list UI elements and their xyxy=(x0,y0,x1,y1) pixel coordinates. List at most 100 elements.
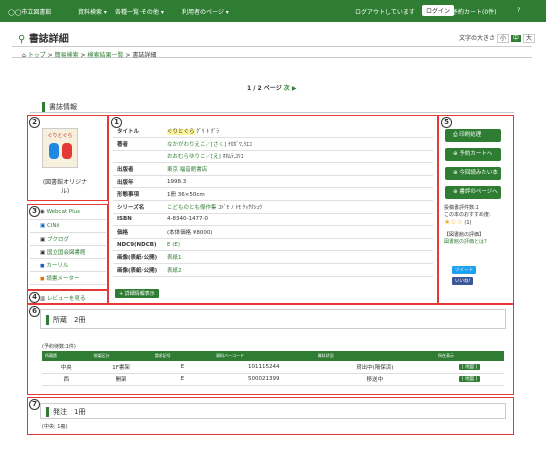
crumb-simple-search[interactable]: 簡易検索 xyxy=(55,52,79,59)
font-small-button[interactable]: 小 xyxy=(496,34,509,43)
marker-6: 6 xyxy=(29,306,40,317)
holdings-title: 所蔵 2冊 xyxy=(46,315,85,325)
bib-row: おおむらゆりこ／[え] ｵｵﾑﾗ,ﾕﾘｺ xyxy=(113,150,433,164)
menu-user[interactable]: 利用者のページ ▾ xyxy=(182,7,229,16)
cover-image-title: ぐりとぐら xyxy=(47,133,73,139)
reserve-count: (予約待数:1件) xyxy=(42,344,76,350)
login-button[interactable]: ログイン xyxy=(422,5,455,16)
top-nav: ◯◯市立図書館 資料検索 ▾ 各種一覧·その他 ▾ 利用者のページ ▾ ログアウ… xyxy=(0,0,546,22)
rating-block: 投稿書評件数:1 この本のおすすめ度: ★☆☆ (1) 【図書館の評価】 図書館… xyxy=(444,205,510,246)
bib-row: シリーズ名 こどものとも傑作集 ｺﾄﾞﾓ ﾉ ﾄﾓ ｹｯｻｸｼｭｳ xyxy=(113,200,433,214)
logout-status: ログアウトしています xyxy=(355,9,415,16)
ndc-link[interactable]: E (E) xyxy=(167,242,180,248)
cover-figure-red xyxy=(62,143,72,159)
search-icon: ⚲ xyxy=(18,34,29,45)
print-button[interactable]: ⎙ 印刷処理 xyxy=(445,129,501,142)
col-location: 所在表示 xyxy=(434,351,504,361)
map-button[interactable]: [ 地図 ] xyxy=(458,363,481,370)
publisher-link[interactable]: 東京 福音館書店 xyxy=(167,167,207,173)
help-icon[interactable]: ? xyxy=(517,7,520,14)
order-detail: (中央: 1冊) xyxy=(42,424,68,430)
home-icon: ⌂ xyxy=(22,52,26,59)
pagination: 1 / 2 ページ 次 ▶ xyxy=(247,83,297,92)
menu-lists[interactable]: 各種一覧·その他 ▾ xyxy=(115,7,164,16)
ndl-icon: ▣ xyxy=(40,249,47,256)
marker-5: 5 xyxy=(441,117,452,128)
bib-row: 出版者 東京 福音館書店 xyxy=(113,162,433,176)
library-eval-link[interactable]: 図書館の評価とは? xyxy=(444,239,510,246)
rating-stars: ★☆☆ xyxy=(444,218,463,226)
col-library: 所蔵館 xyxy=(42,351,91,361)
bib-row: 画像(表紙·公開) 表紙2 xyxy=(113,263,433,277)
order-title: 発注 1冊 xyxy=(46,407,85,417)
bib-table: タイトル ぐりとぐら ｸﾞﾘ ﾄ ｸﾞﾗ 著者 なかがわりえこ／[さく] ﾅｶｶﾞﾜ… xyxy=(113,125,433,277)
cover2-link[interactable]: 表紙2 xyxy=(167,268,182,274)
font-medium-button[interactable]: 中 xyxy=(510,35,521,42)
bib-row: 出版年 1998.3 xyxy=(113,175,433,189)
col-status: 資料状況 xyxy=(314,351,435,361)
title-value: ぐりとぐら xyxy=(167,129,195,136)
review-page-button[interactable]: ⊕ 書評のページへ xyxy=(445,186,501,199)
bib-row: 形態事項 1冊 36×50cm xyxy=(113,187,433,202)
menu-search[interactable]: 資料検索 ▾ xyxy=(78,7,107,16)
rating-number: (1) xyxy=(464,220,472,226)
crumb-current: 書誌詳細 xyxy=(132,52,157,59)
link-ndl[interactable]: 国立国会図書館 xyxy=(47,250,86,256)
booklog-icon: ▣ xyxy=(40,236,47,243)
cover1-link[interactable]: 表紙1 xyxy=(167,255,182,261)
table-row: 西 開架 E 500021399 移送中 [ 地図 ] xyxy=(42,373,504,386)
col-shelf: 排架区分 xyxy=(90,351,152,361)
page-title: ⚲ 書誌詳細 xyxy=(18,34,69,45)
section-divider xyxy=(30,112,514,113)
breadcrumb: ⌂ トップ > 簡易検索 > 検索結果一覧 > 書誌詳細 xyxy=(12,46,532,59)
external-links: ◉ Webcat Plus ▣ CiNii ▣ ブクログ ▣ 国立国会図書館 ◼… xyxy=(30,206,106,285)
crumb-results[interactable]: 検索結果一覧 xyxy=(87,52,123,59)
home-link[interactable]: ◯◯市立図書館 xyxy=(8,7,51,16)
holdings-table: 所蔵館 排架区分 請求記号 資料バーコード 資料状況 所在表示 中央 1F書架 … xyxy=(42,351,504,386)
font-size-control: 文字の大きさ 小 中 大 xyxy=(459,33,535,43)
review-link[interactable]: レビューを見る xyxy=(47,296,86,302)
bib-row: タイトル ぐりとぐら ｸﾞﾘ ﾄ ｸﾞﾗ xyxy=(113,125,433,139)
cover-caption: (図書館オリジナル) xyxy=(42,179,88,195)
bib-row: ISBN 4-8340-1477-0 xyxy=(113,213,433,227)
link-booklog[interactable]: ブクログ xyxy=(47,237,69,243)
series-link[interactable]: こどものとも傑作集 xyxy=(167,205,217,211)
like-button[interactable]: いいね! xyxy=(452,277,474,285)
link-webcat[interactable]: Webcat Plus xyxy=(47,209,81,215)
marker-2: 2 xyxy=(29,117,40,128)
next-page-link[interactable]: 次 ▶ xyxy=(284,85,297,92)
link-bookmeter[interactable]: 読書メーター xyxy=(46,276,79,282)
font-size-label: 文字の大きさ xyxy=(459,35,496,42)
cart-link[interactable]: 予約カート(0件) xyxy=(452,7,497,16)
link-calil[interactable]: カーリル xyxy=(46,263,68,269)
tweet-button[interactable]: ツイート xyxy=(452,266,476,274)
page-indicator: 1 / 2 ページ xyxy=(247,85,282,92)
author-link[interactable]: なかがわりえこ／[さく] xyxy=(167,142,226,148)
holdings-header: 所蔵 2冊 xyxy=(40,309,506,329)
chart-icon: ▥ xyxy=(40,296,47,302)
marker-7: 7 xyxy=(29,399,40,410)
cover-image: ぐりとぐら xyxy=(42,128,78,168)
col-call: 請求記号 xyxy=(151,351,213,361)
section-title: 書誌情報 xyxy=(42,102,77,112)
font-large-button[interactable]: 大 xyxy=(522,34,535,43)
rating-count: 投稿書評件数:1 xyxy=(444,205,479,211)
want-to-read-button[interactable]: ⊕ 今回読みたい本 xyxy=(445,167,501,180)
link-cinii[interactable]: CiNii xyxy=(47,223,60,229)
marker-4: 4 xyxy=(29,292,40,303)
col-barcode: 資料バーコード xyxy=(212,351,315,361)
cover-figure-gray xyxy=(49,143,59,159)
crumb-top[interactable]: トップ xyxy=(28,52,46,59)
table-row: 中央 1F書架 E 101115244 貸出中(隔保済) [ 地図 ] xyxy=(42,361,504,374)
bib-row: 画像(表紙·公開) 表紙1 xyxy=(113,250,433,265)
library-eval-title: 【図書館の評価】 xyxy=(444,232,485,238)
review-link-row: ▥ レビューを見る xyxy=(40,294,85,302)
bib-row: NDC9(NDCB) E (E) xyxy=(113,238,433,252)
map-button[interactable]: [ 地図 ] xyxy=(458,376,481,382)
bib-row: 著者 なかがわりえこ／[さく] ﾅｶｶﾞﾜ,ﾘｴｺ xyxy=(113,137,433,151)
order-header: 発注 1冊 xyxy=(40,403,506,419)
detail-button[interactable]: + 詳細情報表示 xyxy=(115,289,159,298)
illustrator-link[interactable]: おおむらゆりこ／[え] xyxy=(167,154,221,160)
cinii-icon: ▣ xyxy=(40,222,47,229)
reserve-cart-button[interactable]: ⊕ 予約カートへ xyxy=(445,148,501,161)
